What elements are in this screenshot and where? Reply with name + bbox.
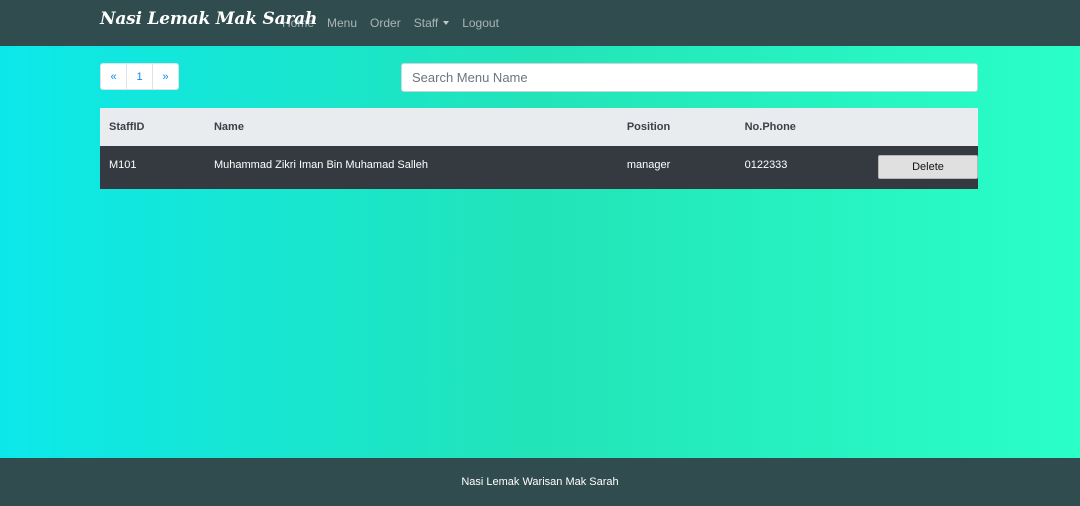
nav-dropdown-staff-label: Staff bbox=[413, 16, 439, 30]
nav-link-menu[interactable]: Menu bbox=[327, 16, 357, 30]
nav-link-order[interactable]: Order bbox=[370, 16, 401, 30]
nav-dropdown-staff[interactable]: Staff bbox=[413, 16, 450, 30]
search-input[interactable] bbox=[401, 63, 978, 92]
staff-table: StaffID Name Position No.Phone M101 Muha… bbox=[100, 108, 978, 189]
cell-phone: 0122333 bbox=[744, 159, 788, 171]
cell-action: Delete bbox=[869, 146, 978, 189]
cell-position: manager bbox=[626, 159, 671, 171]
cell-name: Muhammad Zikri Iman Bin Muhamad Salleh bbox=[213, 159, 428, 171]
nav-link-home[interactable]: Home bbox=[282, 16, 314, 30]
header-position: Position bbox=[626, 121, 671, 133]
pagination-next[interactable]: » bbox=[153, 64, 178, 89]
header-staff-id: StaffID bbox=[109, 121, 145, 133]
table-row: M101 Muhammad Zikri Iman Bin Muhamad Sal… bbox=[100, 146, 978, 189]
table-body: M101 Muhammad Zikri Iman Bin Muhamad Sal… bbox=[100, 146, 978, 189]
delete-button[interactable]: Delete bbox=[878, 155, 978, 179]
nav-link-logout[interactable]: Logout bbox=[462, 16, 499, 30]
navbar: Nasi Lemak Mak Sarah Home Menu Order Sta… bbox=[0, 0, 1080, 46]
header-name: Name bbox=[213, 121, 244, 133]
pagination-prev[interactable]: « bbox=[101, 64, 127, 89]
header-phone: No.Phone bbox=[744, 121, 796, 133]
table-header: StaffID Name Position No.Phone bbox=[100, 108, 978, 146]
header-action bbox=[869, 108, 978, 146]
footer: Nasi Lemak Warisan Mak Sarah bbox=[0, 458, 1080, 506]
nav-links: Home Menu Order Staff Logout bbox=[282, 0, 512, 46]
cell-staff-id: M101 bbox=[109, 159, 137, 171]
footer-text: Nasi Lemak Warisan Mak Sarah bbox=[461, 476, 619, 488]
caret-down-icon bbox=[443, 21, 450, 25]
table-header-row: StaffID Name Position No.Phone bbox=[100, 108, 978, 146]
pagination-page-1[interactable]: 1 bbox=[127, 64, 153, 89]
pagination: « 1 » bbox=[100, 63, 179, 90]
